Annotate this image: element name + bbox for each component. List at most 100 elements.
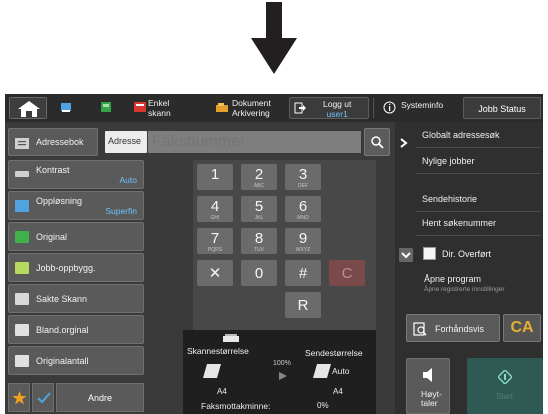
key-5-digit: 5	[254, 198, 264, 215]
systeminfo-label[interactable]: Systeminfo	[401, 100, 443, 110]
start-diamond-icon	[498, 370, 512, 384]
key-8[interactable]: 8 TUV	[241, 228, 277, 254]
key-clear[interactable]: C	[329, 260, 365, 286]
opplosning-button[interactable]: Oppløsning Superfin	[8, 191, 144, 220]
fax-icon[interactable]	[99, 100, 113, 114]
separator	[373, 98, 374, 118]
adressebok-button[interactable]: Adressebok	[8, 128, 98, 156]
jobb-oppbygg-button[interactable]: Jobb-oppbygg.	[8, 253, 144, 282]
hent-sokenummer-item[interactable]: Hent søkenummer	[416, 210, 541, 236]
original-label: Original	[36, 232, 68, 242]
bland-orginal-button[interactable]: Bland.orginal	[8, 315, 144, 344]
key-1-digit: 1	[210, 166, 220, 183]
fax-screen: Enkel skann Dokument Arkivering Logg ut …	[5, 94, 543, 414]
arrow-right-icon	[279, 372, 287, 380]
key-5[interactable]: 5 JKL	[241, 196, 277, 222]
sakte-skann-label: Sakte Skann	[36, 294, 88, 304]
search-icon	[371, 136, 384, 149]
job-status-button[interactable]: Jobb Status	[463, 97, 541, 119]
copy-icon[interactable]	[59, 100, 73, 114]
key-6[interactable]: 6 MNO	[285, 196, 321, 222]
hoyttaler-line2: taler	[421, 398, 438, 408]
key-8-letters: TUV	[254, 247, 264, 253]
key-7[interactable]: 7 PQRS	[197, 228, 233, 254]
sakte-skann-button[interactable]: Sakte Skann	[8, 284, 144, 313]
start-label: Start	[496, 392, 513, 401]
scan-icon[interactable]	[133, 100, 147, 114]
key-0[interactable]: 0	[241, 260, 277, 286]
scan-paper-icon	[203, 364, 221, 378]
check-icon	[37, 392, 51, 404]
clear-all-button[interactable]: CA	[503, 314, 541, 342]
key-9-letters: WXYZ	[295, 247, 311, 253]
dokument-arkivering-label[interactable]: Dokument Arkivering	[232, 98, 271, 118]
scanner-icon	[223, 334, 239, 342]
key-4[interactable]: 4 GHI	[197, 196, 233, 222]
scan-size-value: A4	[217, 387, 227, 396]
home-button[interactable]	[9, 97, 47, 119]
info-icon[interactable]	[383, 101, 396, 114]
start-button[interactable]: Start	[467, 358, 543, 414]
faksmottak-label: Faksmottakminne:	[201, 401, 271, 411]
original-button[interactable]: Original	[8, 222, 144, 251]
sendehistorie-item[interactable]: Sendehistorie	[416, 186, 541, 212]
nylige-jobber-item[interactable]: Nylige jobber	[416, 148, 541, 174]
key-9-digit: 9	[298, 230, 308, 247]
enkel-skann-line1: Enkel	[148, 98, 170, 108]
top-bar: Enkel skann Dokument Arkivering Logg ut …	[5, 94, 543, 122]
skannestorrelse-label: Skannestørrelse	[187, 346, 249, 356]
key-pause[interactable]: ✕	[197, 260, 233, 286]
key-hash-glyph: #	[298, 265, 308, 282]
key-4-digit: 4	[210, 198, 220, 215]
check-settings-button[interactable]	[32, 383, 54, 412]
forhandsvis-button[interactable]: Forhåndsvis	[406, 314, 500, 342]
speaker-icon	[423, 368, 432, 382]
jobb-oppbygg-label: Jobb-oppbygg.	[36, 263, 96, 273]
key-3[interactable]: 3 DEF	[285, 164, 321, 190]
dir-overfort-checkbox[interactable]	[423, 247, 436, 260]
andre-button[interactable]: Andre	[56, 383, 144, 412]
dokument-line2: Arkivering	[232, 108, 270, 118]
key-4-letters: GHI	[210, 215, 220, 221]
hoyttaler-button[interactable]: Høyt- taler	[406, 358, 450, 414]
key-hash[interactable]: #	[285, 260, 321, 286]
enkel-skann-label[interactable]: Enkel skann	[148, 98, 171, 118]
enkel-skann-line2: skann	[148, 108, 171, 118]
apne-program-item[interactable]: Åpne program	[424, 274, 481, 284]
key-0-digit: 0	[254, 265, 264, 282]
search-button[interactable]	[364, 128, 390, 156]
globalt-adressesok-item[interactable]: Globalt adressesøk	[416, 122, 541, 148]
dokument-line1: Dokument	[232, 98, 271, 108]
dir-overfort-label: Dir. Overført	[442, 249, 491, 259]
job-build-icon	[15, 262, 29, 274]
key-2[interactable]: 2 ABC	[241, 164, 277, 190]
favorites-button[interactable]	[8, 383, 30, 412]
ratio-label: 100%	[273, 360, 291, 367]
adressebok-label: Adressebok	[36, 137, 84, 147]
key-3-letters: DEF	[298, 183, 308, 189]
key-1[interactable]: 1	[197, 164, 233, 190]
kontrast-button[interactable]: Kontrast Auto	[8, 160, 144, 189]
bland-orginal-label: Bland.orginal	[36, 325, 89, 335]
chevron-down-icon	[401, 252, 411, 259]
document-filing-icon[interactable]	[215, 100, 229, 114]
key-3-digit: 3	[298, 166, 308, 183]
home-icon	[18, 101, 40, 117]
apne-program-subtitle: Åpne registrerte innstillinger	[424, 286, 505, 293]
logout-label: Logg ut	[323, 99, 352, 109]
preview-icon	[413, 322, 427, 336]
faksmottak-value: 0%	[317, 401, 329, 410]
address-book-icon	[15, 138, 29, 149]
key-7-letters: PQRS	[207, 247, 223, 253]
scroll-down-button[interactable]	[399, 248, 413, 262]
logout-button[interactable]: Logg ut user1	[289, 97, 369, 119]
key-9[interactable]: 9 WXYZ	[285, 228, 321, 254]
chevron-right-icon[interactable]	[400, 138, 408, 148]
logout-icon	[294, 102, 306, 114]
key-clear-label: C	[341, 265, 353, 282]
key-r[interactable]: R	[285, 292, 321, 318]
key-7-digit: 7	[210, 230, 220, 247]
fax-number-input[interactable]	[148, 131, 361, 153]
originalantall-button[interactable]: Originalantall	[8, 346, 144, 375]
adresse-tab[interactable]: Adresse	[105, 131, 147, 153]
